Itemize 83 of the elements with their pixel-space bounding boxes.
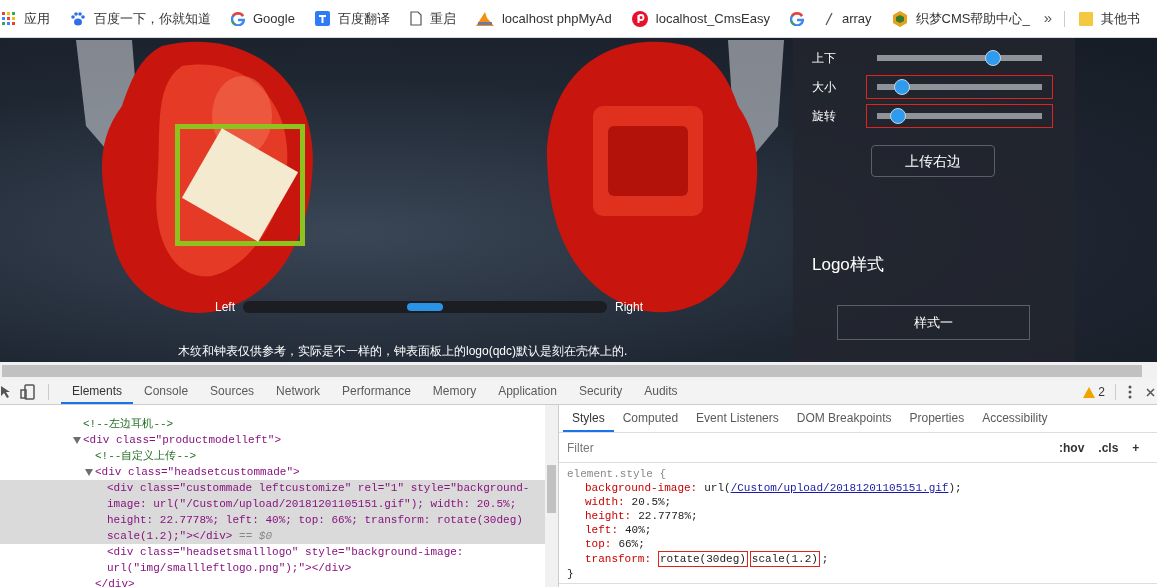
css-value: 22.7778%; <box>638 509 698 523</box>
css-value: 20.5%; <box>631 495 672 509</box>
warning-counter[interactable]: 2 <box>1083 383 1105 401</box>
google-icon <box>789 11 804 26</box>
expand-triangle-icon[interactable] <box>85 469 93 476</box>
close-icon[interactable] <box>1146 387 1155 397</box>
css-property: transform: <box>585 552 651 566</box>
devtools-tab[interactable]: Sources <box>199 380 266 404</box>
filter-toggle[interactable]: :hov <box>1059 438 1085 457</box>
caption-text: 木纹和钟表仅供参考，实际是不一样的，钟表面板上的logo(qdc)默认是刻在壳体上的. <box>178 343 628 360</box>
css-value: url( <box>704 481 731 495</box>
css-value: 40%; <box>625 523 652 537</box>
slider-label: 上下 <box>812 50 837 67</box>
devtools-tab[interactable]: Console <box>133 380 200 404</box>
css-property: left: <box>585 523 618 537</box>
devtools-tab[interactable]: Performance <box>331 380 422 404</box>
highlight-box: scale(1.2) <box>749 551 820 567</box>
more-options-icon[interactable] <box>1128 385 1132 399</box>
hexagon-icon <box>891 10 908 27</box>
styles-tab[interactable]: Computed <box>613 405 688 432</box>
slider-thumb[interactable] <box>407 303 443 311</box>
bookmark[interactable]: Google <box>231 8 295 29</box>
css-url-link[interactable]: /Custom/upload/20181201105151.gif <box>730 481 949 495</box>
styles-tab[interactable]: Properties <box>900 405 974 432</box>
styles-tab[interactable]: Accessibility <box>973 405 1057 432</box>
sail-icon <box>475 11 494 26</box>
bookmark-folder-icon <box>1079 10 1093 27</box>
dom-node[interactable]: <div class="headsetsmalllogo" style="background-image: url("img/smallleftlogo.png");"></div> <box>107 544 545 576</box>
css-property: width: <box>585 495 625 509</box>
bookmark[interactable]: 百度一下，你就知道 <box>70 8 211 29</box>
horizontal-scrollbar[interactable] <box>0 362 1157 380</box>
devtools-tab[interactable]: Memory <box>421 380 488 404</box>
css-value: 66%; <box>618 537 645 551</box>
bookmark[interactable]: 织梦CMS帮助中心_ <box>891 8 1030 29</box>
apps-grid-icon <box>2 11 16 26</box>
slider-track[interactable] <box>243 301 607 313</box>
css-property: height: <box>585 509 632 523</box>
code-comment: <!--自定义上传--> <box>95 449 198 464</box>
device-toolbar-icon[interactable] <box>20 384 36 400</box>
bookmark[interactable]: 其他书 <box>1079 8 1140 29</box>
css-selector: element.style { <box>566 467 668 481</box>
bookmarks-overflow-button[interactable]: » <box>1043 7 1052 30</box>
closing-tag: </div> <box>95 578 135 587</box>
filter-toggle[interactable]: .cls <box>1098 438 1119 457</box>
inspect-icon[interactable] <box>0 385 12 399</box>
warning-icon <box>1083 386 1096 398</box>
highlight-box: rotate(30deg) <box>658 551 748 567</box>
devtools-tab[interactable]: Network <box>265 380 332 404</box>
google-icon <box>231 11 245 26</box>
css-value: ); <box>948 481 962 495</box>
dom-node[interactable]: <div class="headsetcustommade"> <box>95 464 312 480</box>
upload-button[interactable]: 上传右边 <box>871 145 995 177</box>
styles-tab[interactable]: Styles <box>563 405 614 432</box>
style-button[interactable]: 样式一 <box>837 305 1030 340</box>
devtools-tab[interactable]: Security <box>567 380 634 404</box>
devtools-tab[interactable]: Audits <box>633 380 689 404</box>
styles-tab[interactable]: Event Listeners <box>687 405 788 432</box>
css-property: background-image: <box>585 481 698 495</box>
page-icon <box>409 11 422 26</box>
slider-label: 旋转 <box>812 108 837 125</box>
code-comment: <!--左边耳机--> <box>83 417 175 432</box>
bookmark[interactable] <box>789 11 804 26</box>
logo-style-heading: Logo样式 <box>812 254 884 276</box>
devtools-tab[interactable]: Application <box>487 380 568 404</box>
bookmark[interactable]: array <box>823 8 872 29</box>
slash-icon <box>823 11 834 26</box>
bookmark[interactable]: 重启 <box>409 8 456 29</box>
css-property: top: <box>585 537 612 551</box>
bookmark[interactable]: localhost phpMyAd <box>475 8 612 29</box>
bookmark[interactable]: localhost_CmsEasy <box>631 8 770 29</box>
letter-p-icon <box>631 10 648 27</box>
vertical-scrollbar[interactable] <box>545 405 558 587</box>
slider-label: 大小 <box>812 79 837 96</box>
closing-brace: } <box>566 567 575 581</box>
translate-icon <box>314 11 330 26</box>
filter-toggle[interactable]: + <box>1132 438 1140 457</box>
bookmark[interactable]: 应用 <box>2 8 50 29</box>
css-value: ; <box>821 552 829 566</box>
styles-tab[interactable]: DOM Breakpoints <box>787 405 901 432</box>
expand-triangle-icon[interactable] <box>73 437 81 444</box>
dom-node[interactable]: <div class="productmodelleft"> <box>83 432 294 448</box>
bookmark[interactable]: 百度翻译 <box>314 8 390 29</box>
paw-icon <box>70 10 86 27</box>
